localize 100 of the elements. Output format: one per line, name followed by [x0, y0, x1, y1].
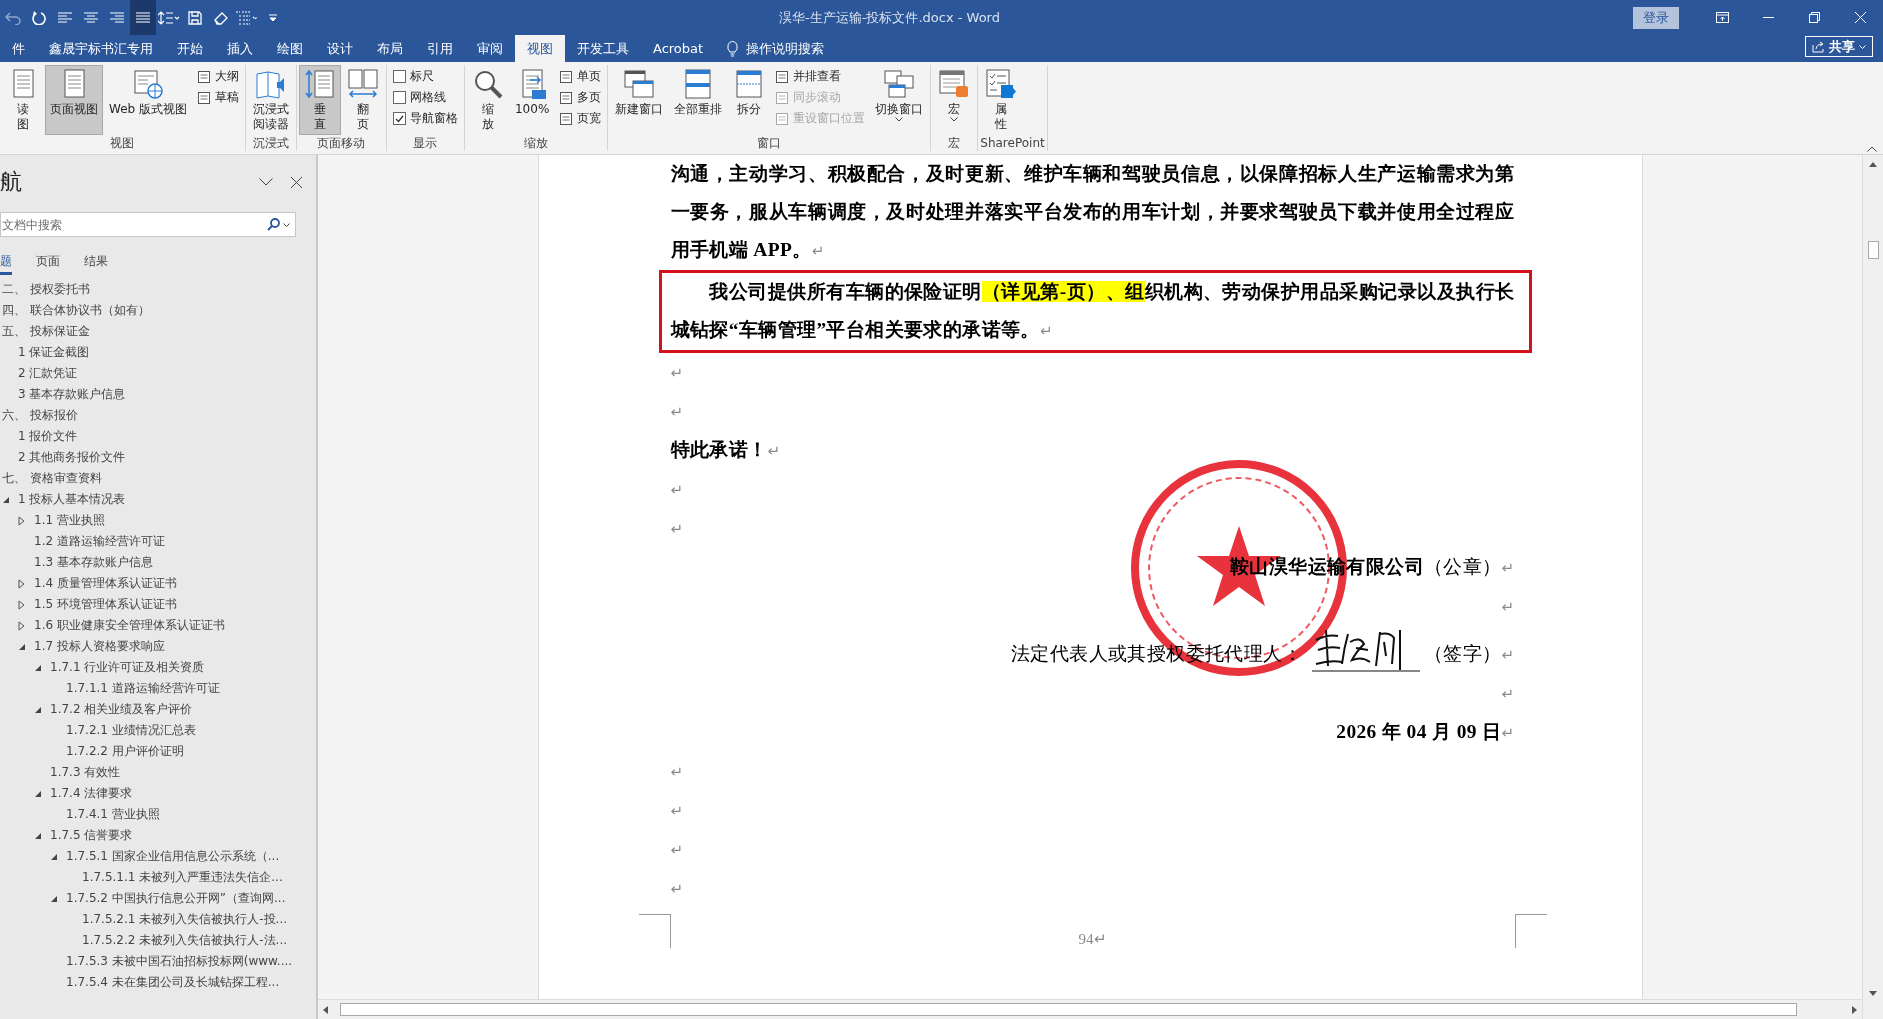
expanded-triangle-icon[interactable]: [50, 852, 58, 861]
tell-me-search[interactable]: 操作说明搜索: [715, 35, 837, 62]
collapsed-triangle-icon[interactable]: [18, 515, 25, 526]
scroll-thumb[interactable]: [1867, 241, 1879, 259]
nav-heading[interactable]: 1.7.1 行业许可证及相关资质: [0, 657, 316, 678]
nav-heading[interactable]: 1.7.5.1 国家企业信用信息公示系统（...: [0, 846, 316, 867]
checkbox[interactable]: [393, 91, 406, 104]
expanded-triangle-icon[interactable]: [34, 663, 42, 672]
ribbon-button[interactable]: 拆分: [728, 65, 771, 135]
nav-heading[interactable]: 1.2 道路运输经营许可证: [0, 531, 316, 552]
expanded-triangle-icon[interactable]: [2, 495, 10, 504]
nav-heading[interactable]: 1.1 营业执照: [0, 510, 316, 531]
nav-heading[interactable]: 1.4 质量管理体系认证证书: [0, 573, 316, 594]
group-label: 窗口: [756, 135, 783, 151]
toolbar-button[interactable]: [130, 0, 156, 35]
ribbon-button[interactable]: 翻页: [342, 65, 384, 135]
ribbon-button[interactable]: 缩放: [467, 65, 509, 135]
ribbon-tab[interactable]: Acrobat: [641, 35, 716, 62]
nav-heading[interactable]: 1.7.1.1 道路运输经营许可证: [0, 678, 316, 699]
ribbon-button[interactable]: 并排查看: [775, 67, 866, 86]
nav-heading[interactable]: 六、 投标报价: [0, 405, 316, 426]
ribbon-tab[interactable]: 引用: [415, 35, 465, 62]
minimize-icon[interactable]: [1762, 17, 1774, 18]
nav-heading[interactable]: 1.6 职业健康安全管理体系认证证书: [0, 615, 316, 636]
nav-heading[interactable]: 1.7.2.1 业绩情况汇总表: [0, 720, 316, 741]
search-field[interactable]: 文档中搜索: [0, 212, 296, 237]
nav-heading[interactable]: 2 其他商务报价文件: [0, 447, 316, 468]
ribbon-button[interactable]: 全部重排: [669, 65, 728, 135]
nav-tab[interactable]: 页面: [36, 250, 60, 275]
nav-heading[interactable]: 1.7.5 信誉要求: [0, 825, 316, 846]
nav-heading[interactable]: 1 报价文件: [0, 426, 316, 447]
nav-heading[interactable]: 1.7.2.2 用户评价证明: [0, 741, 316, 762]
nav-heading[interactable]: 1.7.5.1.1 未被列入严重违法失信企...: [0, 867, 316, 888]
expanded-triangle-icon[interactable]: [34, 789, 42, 798]
ribbon-button[interactable]: 沉浸式阅读器: [248, 65, 294, 135]
ribbon-button[interactable]: 100%: [510, 65, 555, 135]
share-button[interactable]: 共享: [1805, 36, 1873, 57]
ribbon-tab[interactable]: 绘图: [265, 35, 315, 62]
collapsed-triangle-icon[interactable]: [18, 599, 25, 610]
expanded-triangle-icon[interactable]: [34, 831, 42, 840]
nav-heading[interactable]: 1.5 环境管理体系认证证书: [0, 594, 316, 615]
ribbon-button[interactable]: 切换窗口: [870, 65, 929, 135]
nav-heading[interactable]: 1.7.3 有效性: [0, 762, 316, 783]
ribbon-button[interactable]: 垂直: [299, 65, 341, 135]
expanded-triangle-icon[interactable]: [18, 642, 26, 651]
nav-heading[interactable]: 四、 联合体协议书（如有）: [0, 300, 316, 321]
nav-tab[interactable]: 题: [0, 250, 12, 275]
nav-heading[interactable]: 1 保证金截图: [0, 342, 316, 363]
nav-heading[interactable]: 1.7.4 法律要求: [0, 783, 316, 804]
ribbon-button[interactable]: 新建窗口: [610, 65, 669, 135]
ribbon-tab[interactable]: 开发工具: [565, 35, 641, 62]
ribbon-button[interactable]: Web 版式视图: [104, 65, 192, 135]
ribbon-button[interactable]: 宏: [933, 65, 976, 135]
ribbon-button[interactable]: 草稿: [197, 88, 239, 107]
ribbon-tab[interactable]: 插入: [215, 35, 265, 62]
chevron-down-icon[interactable]: [259, 178, 273, 186]
nav-heading[interactable]: 1.7.5.2.2 未被列入失信被执行人-法...: [0, 930, 316, 951]
collapsed-triangle-icon[interactable]: [18, 578, 25, 589]
nav-heading[interactable]: 3 基本存款账户信息: [0, 384, 316, 405]
ribbon-button[interactable]: 大纲: [197, 67, 239, 86]
collapsed-triangle-icon[interactable]: [18, 620, 25, 631]
ribbon-tab[interactable]: 件: [0, 35, 37, 62]
expanded-triangle-icon[interactable]: [50, 894, 58, 903]
nav-tab[interactable]: 结果: [84, 250, 108, 275]
ribbon-tab[interactable]: 布局: [365, 35, 415, 62]
ribbon-tab[interactable]: 审阅: [465, 35, 515, 62]
ribbon-button[interactable]: 页面视图: [45, 65, 103, 135]
ribbon-button[interactable]: 页宽: [559, 109, 602, 128]
paragraph-mark: ↵: [1501, 646, 1515, 664]
nav-heading[interactable]: 1.7 投标人资格要求响应: [0, 636, 316, 657]
collapse-ribbon-icon[interactable]: [1867, 146, 1877, 152]
nav-heading[interactable]: 1 投标人基本情况表: [0, 489, 316, 510]
ribbon-tab[interactable]: 鑫晟宇标书汇专用: [37, 35, 165, 62]
nav-heading[interactable]: 1.7.5.2.1 未被列入失信被执行人-投...: [0, 909, 316, 930]
scroll-thumb[interactable]: [340, 1003, 1797, 1016]
ribbon-tab[interactable]: 设计: [315, 35, 365, 62]
nav-heading[interactable]: 1.7.5.2 中国执行信息公开网”（查询网...: [0, 888, 316, 909]
login-button[interactable]: 登录: [1633, 6, 1679, 29]
nav-heading[interactable]: 1.7.2 相关业绩及客户评价: [0, 699, 316, 720]
ribbon-button[interactable]: 读图: [2, 65, 44, 135]
checkbox[interactable]: [393, 70, 406, 83]
nav-heading[interactable]: 1.3 基本存款账户信息: [0, 552, 316, 573]
checkbox[interactable]: [393, 112, 406, 125]
nav-heading[interactable]: 1.7.5.3 未被中国石油招标投标网(www....: [0, 951, 316, 972]
close-icon[interactable]: [291, 176, 302, 188]
ribbon-button[interactable]: 单页: [559, 67, 602, 86]
nav-heading[interactable]: 1.7.5.4 未在集团公司及长城钻探工程...: [0, 972, 316, 993]
ribbon-button[interactable]: 多页: [559, 88, 602, 107]
ribbon-tab[interactable]: 开始: [165, 35, 215, 62]
nav-heading[interactable]: 2 汇款凭证: [0, 363, 316, 384]
ribbon-button[interactable]: 属性: [980, 65, 1023, 135]
nav-heading[interactable]: 七、 资格审查资料: [0, 468, 316, 489]
share-icon: [1812, 40, 1825, 53]
restore-icon[interactable]: [1808, 12, 1820, 23]
expanded-triangle-icon[interactable]: [34, 705, 42, 714]
ribbon-tab[interactable]: 视图: [515, 35, 565, 62]
nav-heading[interactable]: 1.7.4.1 营业执照: [0, 804, 316, 825]
nav-heading[interactable]: 五、 投标保证金: [0, 321, 316, 342]
nav-heading[interactable]: 二、 授权委托书: [0, 279, 316, 300]
ribbon-display-icon[interactable]: [1715, 12, 1729, 23]
